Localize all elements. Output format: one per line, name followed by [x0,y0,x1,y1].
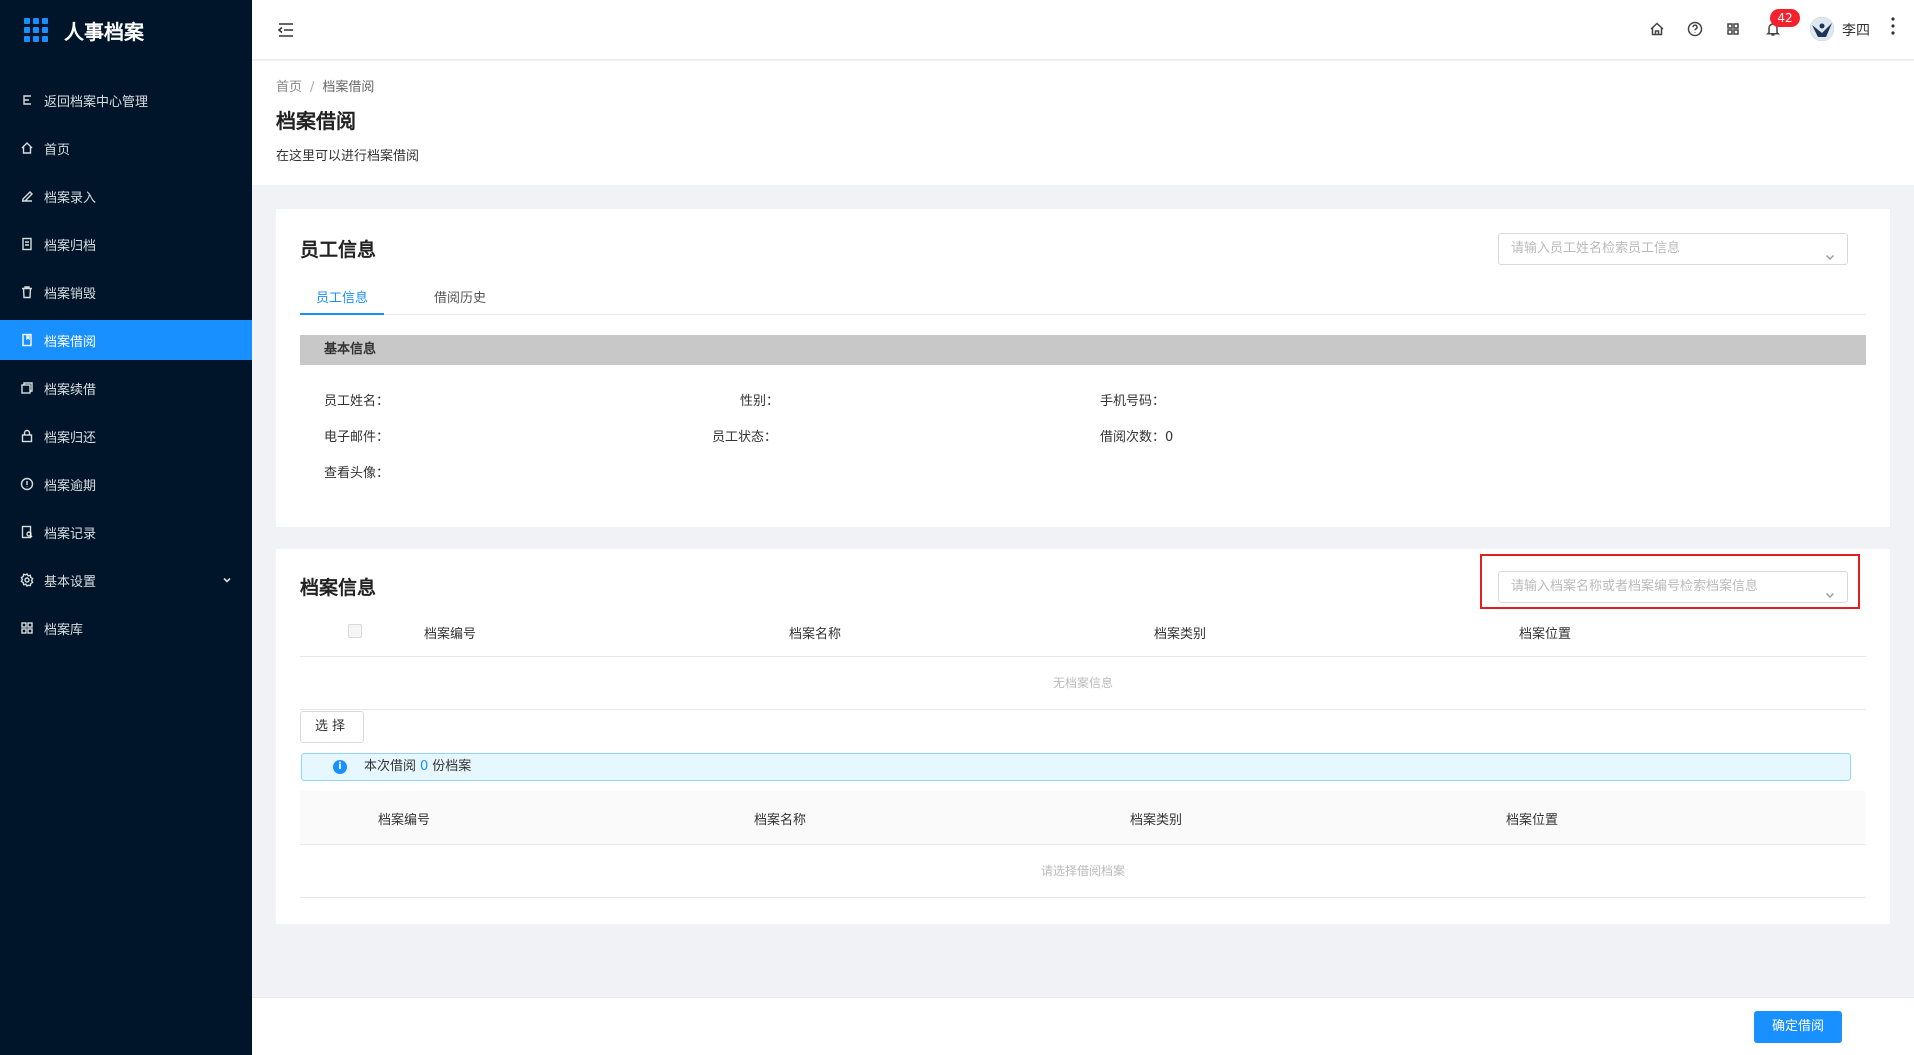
lock-icon [20,429,34,443]
return-icon [20,93,34,107]
username[interactable]: 李四 [1842,20,1870,40]
sidebar-item-label: 返回档案中心管理 [44,94,149,110]
alert-circle-icon [20,477,34,491]
column-header: 档案类别 [1130,813,1183,828]
sidebar: 人事档案 返回档案中心管理 首页 档案录入 档案归档 档案销毁 档案借阅 档案续… [0,0,252,1055]
breadcrumb-home[interactable]: 首页 [276,80,302,95]
page-title: 档案借阅 [276,109,356,133]
phone-label: 手机号码： [1100,394,1166,409]
page-header: 首页 / 档案借阅 档案借阅 在这里可以进行档案借阅 [252,61,1914,185]
sidebar-item-borrow[interactable]: 档案借阅 [0,320,252,360]
app-title: 人事档案 [64,19,144,44]
highlight-annotation-box [1480,554,1860,609]
trash-icon [20,285,34,299]
chevron-down-icon [222,574,232,584]
employee-card-title: 员工信息 [300,239,377,261]
sidebar-item-records[interactable]: 档案记录 [0,512,252,552]
selected-table-header: 档案编号 档案名称 档案类别 档案位置 [300,791,1866,845]
sidebar-item-renew[interactable]: 档案续借 [0,368,252,408]
sidebar-item-return-archive[interactable]: 档案归还 [0,416,252,456]
alert-prefix: 本次借阅 [364,759,417,774]
sidebar-item-archive[interactable]: 档案归档 [0,224,252,264]
info-icon: i [333,760,347,774]
column-header: 档案编号 [424,627,477,642]
sidebar-item-home[interactable]: 首页 [0,128,252,168]
apps-icon[interactable] [1724,20,1742,38]
sidebar-menu: 返回档案中心管理 首页 档案录入 档案归档 档案销毁 档案借阅 档案续借 档案归… [0,80,252,648]
book-icon [20,333,34,347]
sidebar-item-entry[interactable]: 档案录入 [0,176,252,216]
sidebar-item-label: 档案续借 [44,382,97,398]
archive-table-empty: 无档案信息 [300,657,1866,710]
column-header: 档案名称 [789,627,842,642]
app-logo[interactable]: 人事档案 [0,0,252,60]
sidebar-item-label: 档案销毁 [44,286,97,302]
sidebar-item-label: 档案录入 [44,190,97,206]
sidebar-item-label: 档案归还 [44,430,97,446]
column-header: 档案位置 [1506,813,1559,828]
archive-icon [20,237,34,251]
sidebar-item-label: 基本设置 [44,574,97,590]
grid-icon [20,621,34,635]
sidebar-item-library[interactable]: 档案库 [0,608,252,648]
column-header: 档案位置 [1519,627,1572,642]
avatar[interactable] [1810,17,1834,41]
employee-info-card: 员工信息 请输入员工姓名检索员工信息 员工信息 借阅历史 基本信息 员工姓名： … [276,209,1890,527]
sidebar-item-destroy[interactable]: 档案销毁 [0,272,252,312]
copy-icon [20,381,34,395]
select-all-checkbox[interactable] [348,624,362,638]
column-header: 档案编号 [378,813,431,828]
alert-suffix: 份档案 [432,759,472,774]
breadcrumb-current: 档案借阅 [322,80,375,95]
edit-icon [20,189,34,203]
archive-table-header: 档案编号 档案名称 档案类别 档案位置 [300,605,1866,657]
notification-badge: 42 [1770,9,1800,27]
confirm-borrow-button[interactable]: 确定借阅 [1754,1011,1842,1043]
home-icon [20,141,34,155]
employee-search-select[interactable]: 请输入员工姓名检索员工信息 [1498,233,1848,265]
employee-tabs: 员工信息 借阅历史 [300,281,1866,315]
sidebar-item-return[interactable]: 返回档案中心管理 [0,80,252,120]
sidebar-item-label: 档案借阅 [44,334,97,350]
select-button[interactable]: 选择 [300,711,364,743]
record-icon [20,525,34,539]
sidebar-item-label: 档案逾期 [44,478,97,494]
borrow-count-alert: i 本次借阅 0 份档案 [301,753,1851,781]
gender-label: 性别： [740,394,780,409]
avatar-label[interactable]: 查看头像： [324,462,389,481]
alert-count: 0 [420,759,429,774]
more-vertical-icon[interactable] [1890,16,1896,36]
tab-employee-info[interactable]: 员工信息 [300,287,385,315]
page-description: 在这里可以进行档案借阅 [276,149,420,164]
borrow-count-label: 借阅次数： [1100,430,1166,445]
archive-card-title: 档案信息 [300,577,377,599]
home-icon[interactable] [1648,20,1666,38]
employee-search-placeholder: 请输入员工姓名检索员工信息 [1511,241,1681,256]
footer-bar: 确定借阅 [252,997,1914,1055]
sidebar-item-label: 档案归档 [44,238,97,254]
gear-icon [20,573,34,587]
sidebar-item-overdue[interactable]: 档案逾期 [0,464,252,504]
sidebar-item-label: 首页 [44,142,71,158]
column-header: 档案类别 [1154,627,1207,642]
email-label: 电子邮件： [324,430,390,445]
selected-table-empty: 请选择借阅档案 [300,845,1866,898]
top-header: 42 李四 [252,0,1914,60]
column-header: 档案名称 [754,813,807,828]
borrow-count-value: 0 [1165,430,1174,445]
sidebar-item-label: 档案记录 [44,526,97,542]
help-icon[interactable] [1686,20,1704,38]
chevron-down-icon [1825,244,1835,260]
menu-fold-icon[interactable] [276,20,296,40]
basic-info-section: 基本信息 [300,335,1866,365]
apps-grid-icon [24,18,48,42]
employee-status-label: 员工状态： [712,430,778,445]
employee-name-label: 员工姓名： [324,394,390,409]
breadcrumb: 首页 / 档案借阅 [276,80,375,95]
sidebar-item-settings[interactable]: 基本设置 [0,560,252,600]
tab-borrow-history[interactable]: 借阅历史 [418,287,502,315]
borrow-count: 借阅次数：0 [1100,426,1173,445]
sidebar-item-label: 档案库 [44,622,84,638]
